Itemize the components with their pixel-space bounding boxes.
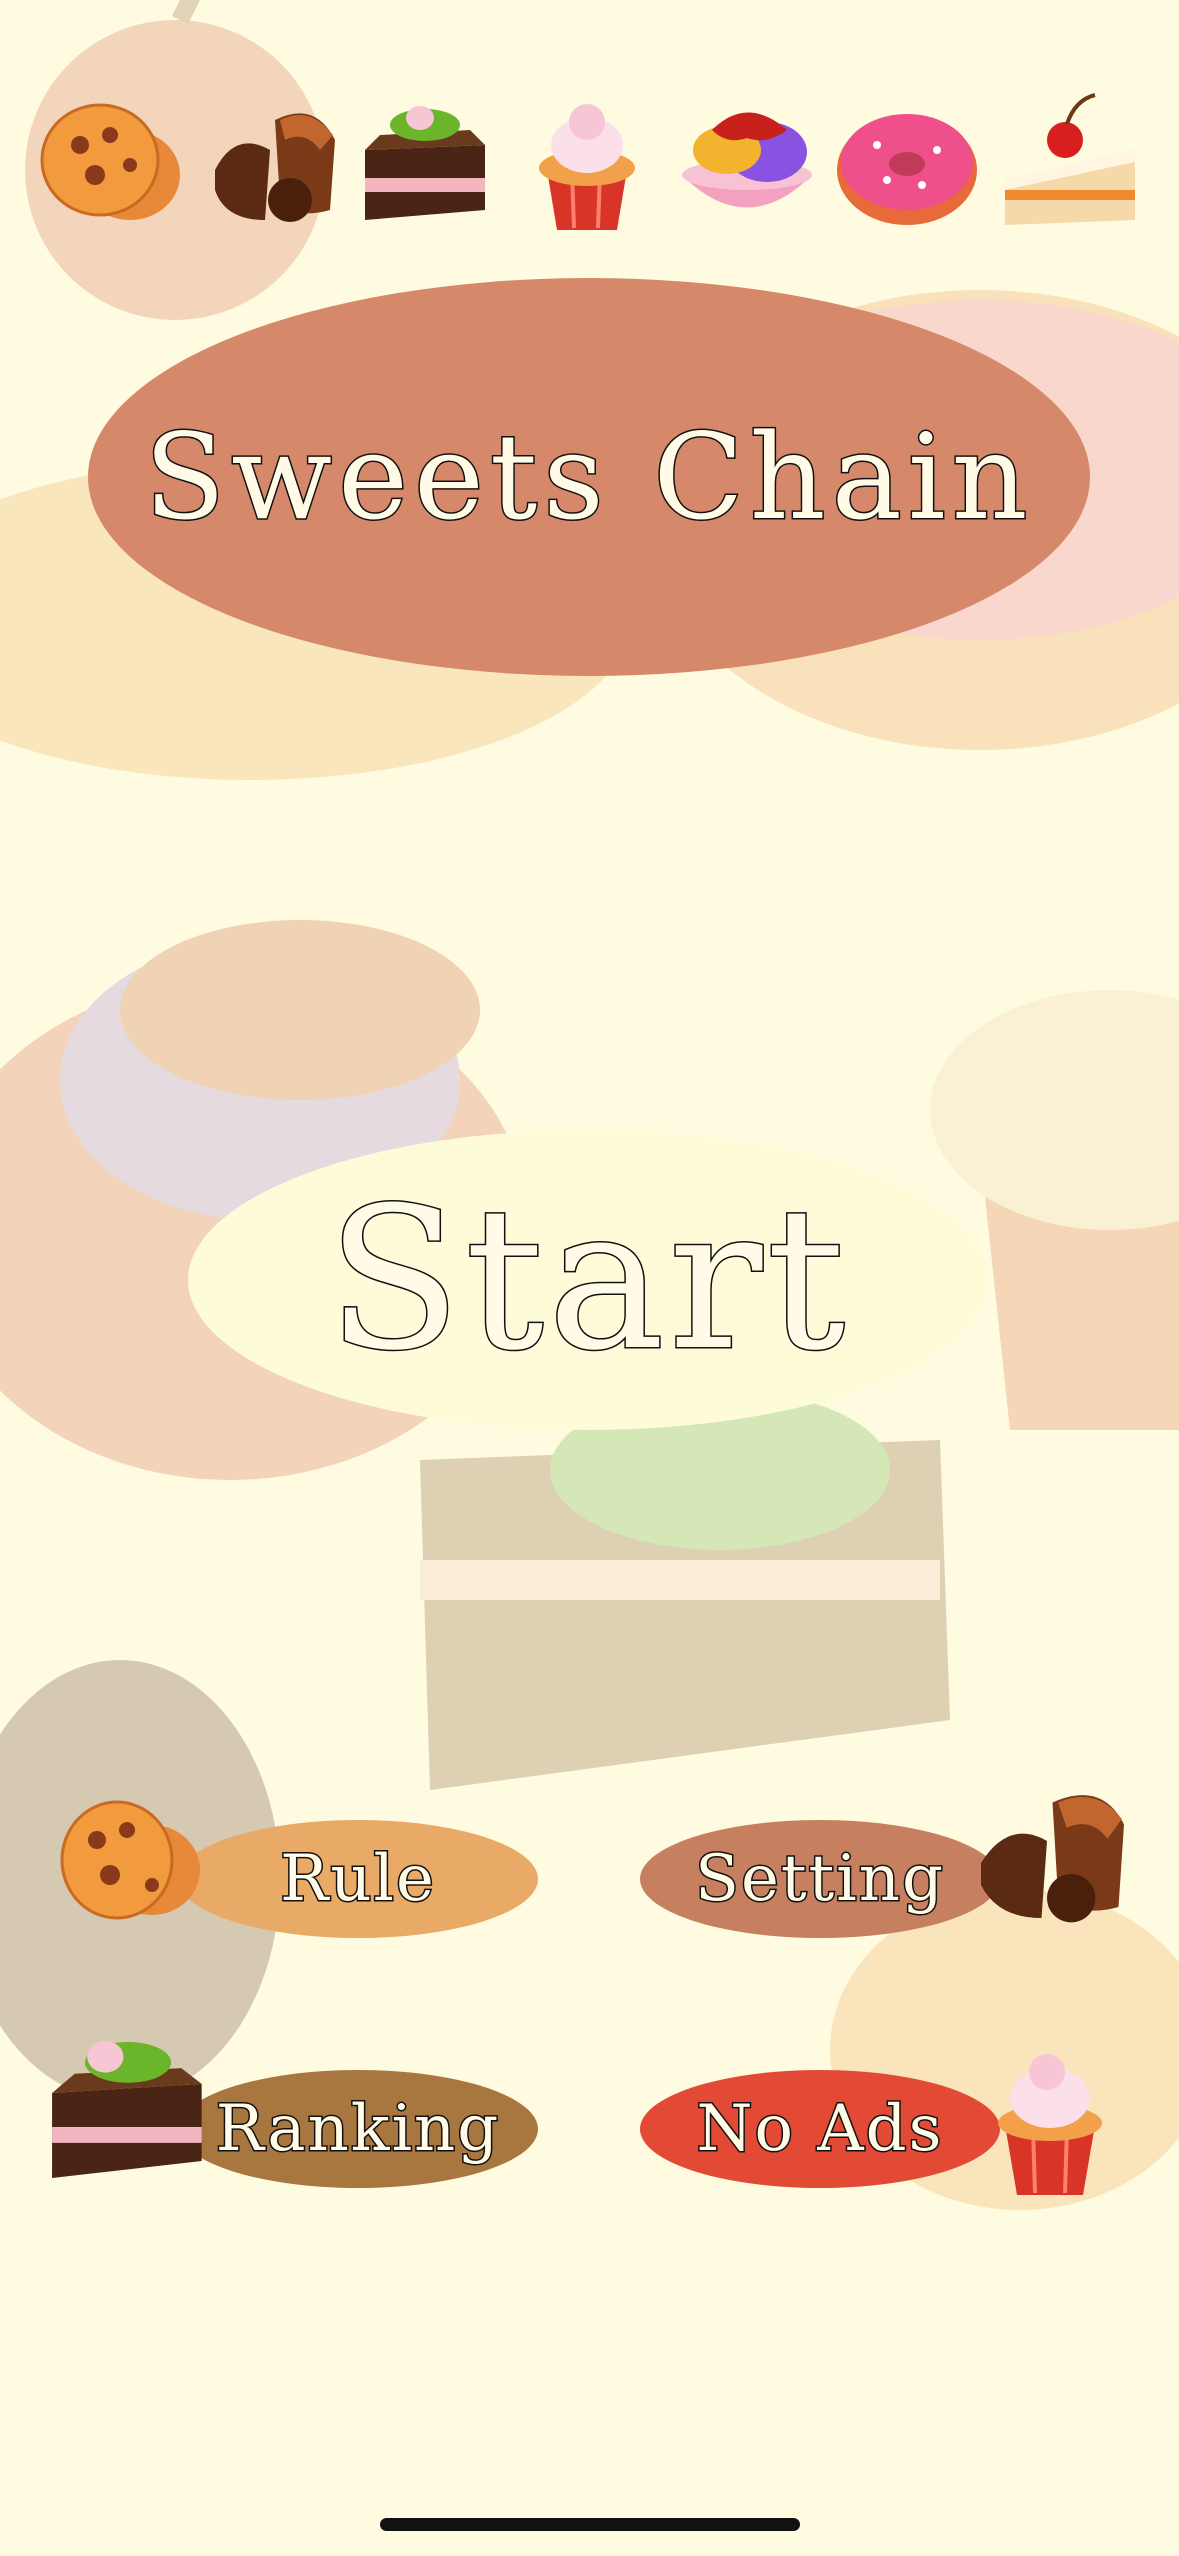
no-ads-label: No Ads xyxy=(695,2091,944,2168)
donut-icon xyxy=(832,90,982,240)
cake-slice-icon xyxy=(350,90,500,240)
game-title: Sweets Chain xyxy=(143,407,1034,548)
ice-cream-bowl-icon xyxy=(672,90,822,240)
chocolate-icon xyxy=(965,1775,1140,1940)
chocolate-icon xyxy=(195,90,345,240)
cookie-icon xyxy=(35,90,185,240)
game-menu-screen: Sweets Chain Start Rule Setting Ranking xyxy=(0,0,1179,2556)
start-button[interactable]: Start xyxy=(188,1130,988,1430)
cupcake-icon xyxy=(512,90,662,240)
ranking-label: Ranking xyxy=(214,2091,501,2168)
home-indicator[interactable] xyxy=(380,2518,800,2531)
rule-button[interactable]: Rule xyxy=(178,1820,538,1938)
title-banner: Sweets Chain xyxy=(88,278,1090,676)
cherry-cake-icon xyxy=(995,90,1145,240)
rule-label: Rule xyxy=(279,1841,436,1918)
ranking-button[interactable]: Ranking xyxy=(178,2070,538,2188)
setting-label: Setting xyxy=(694,1841,945,1918)
cookie-icon xyxy=(42,1790,212,1940)
start-label: Start xyxy=(325,1165,850,1396)
setting-button[interactable]: Setting xyxy=(640,1820,1000,1938)
cake-slice-icon xyxy=(38,2025,218,2195)
cupcake-icon xyxy=(975,2040,1125,2210)
no-ads-button[interactable]: No Ads xyxy=(640,2070,1000,2188)
